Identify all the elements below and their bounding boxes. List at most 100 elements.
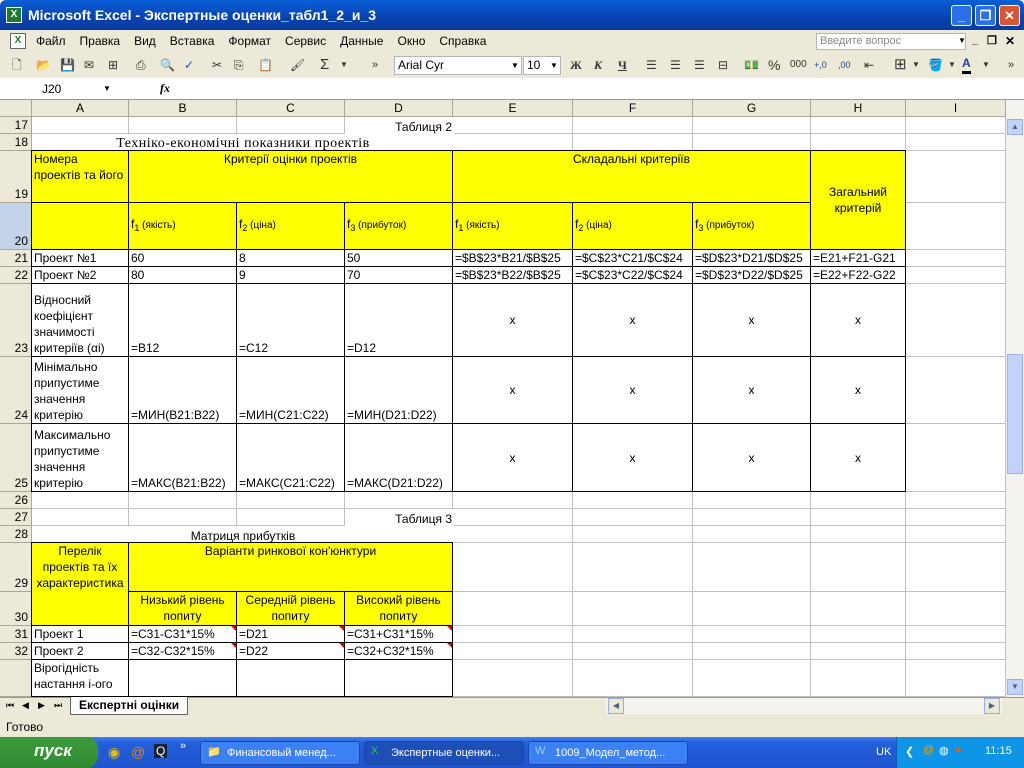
cell-e22[interactable]: =$B$23*B22/$B$25 xyxy=(452,266,573,284)
cell-f20[interactable]: f2 (ціна) xyxy=(572,202,693,250)
scroll-thumb[interactable] xyxy=(1007,354,1023,474)
percent-button[interactable]: % xyxy=(768,56,780,74)
insert-function-button[interactable]: fx xyxy=(160,81,170,96)
cell-d22[interactable]: 70 xyxy=(344,266,453,284)
ask-dropdown-icon[interactable]: ▼ xyxy=(958,36,966,45)
cell-b20[interactable]: f1 (якість) xyxy=(128,202,237,250)
cell-d31[interactable]: =C31+C31*15% xyxy=(344,625,453,643)
cell-a29-a30[interactable]: Перелік проектів та їх характеристика xyxy=(31,542,129,626)
start-button[interactable]: пуск xyxy=(0,737,98,768)
menu-window[interactable]: Окно xyxy=(397,34,425,48)
row-header-21[interactable]: 21 xyxy=(0,250,32,267)
cell-b19-d19[interactable]: Критерії оцінки проектів xyxy=(128,150,453,203)
menu-format[interactable]: Формат xyxy=(228,34,271,48)
cell-a32[interactable]: Проект 2 xyxy=(31,642,129,660)
cell-h25[interactable]: x xyxy=(810,423,906,492)
cell-f23[interactable]: x xyxy=(572,283,693,357)
cell-d21[interactable]: 50 xyxy=(344,249,453,267)
menu-edit[interactable]: Правка xyxy=(80,34,121,48)
cell-c25[interactable]: =МАКС(C21:C22) xyxy=(236,423,345,492)
font-color-icon[interactable]: A xyxy=(962,56,971,74)
font-name-select[interactable]: Arial Cyr ▼ xyxy=(394,56,522,75)
next-sheet-button[interactable]: ▶ xyxy=(38,700,45,711)
last-sheet-button[interactable]: ⏭ xyxy=(54,700,62,711)
row-header-32[interactable]: 32 xyxy=(0,643,32,660)
column-header-d[interactable]: D xyxy=(345,100,453,117)
cell-c22[interactable]: 9 xyxy=(236,266,345,284)
cell-b21[interactable]: 60 xyxy=(128,249,237,267)
task-excel[interactable]: X Экспертные оценки... xyxy=(364,741,524,765)
cell-b31[interactable]: =C31-C31*15% xyxy=(128,625,237,643)
cell-c31[interactable]: =D21 xyxy=(236,625,345,643)
tray-expand-icon[interactable]: ❮ xyxy=(905,745,914,758)
menu-file[interactable]: Файл xyxy=(36,34,66,48)
cell-g21[interactable]: =$D$23*D21/$D$25 xyxy=(692,249,811,267)
cell-b23[interactable]: =B12 xyxy=(128,283,237,357)
column-header-g[interactable]: G xyxy=(693,100,811,117)
align-left-icon[interactable]: ☰ xyxy=(646,56,657,74)
cell-a33[interactable]: Вірогідність настання і-ого xyxy=(31,659,129,697)
cell-a31[interactable]: Проект 1 xyxy=(31,625,129,643)
row-header-19[interactable]: 19 xyxy=(0,151,32,203)
cell-c20[interactable]: f2 (ціна) xyxy=(236,202,345,250)
save-icon[interactable]: 💾 xyxy=(60,56,75,74)
cell-c21[interactable]: 8 xyxy=(236,249,345,267)
row-header-29[interactable]: 29 xyxy=(0,543,32,592)
bold-button[interactable]: Ж xyxy=(570,56,582,74)
cell-a19[interactable]: Номера проектів та його xyxy=(31,150,129,203)
cell-e19-g19[interactable]: Складальні критеріїв xyxy=(452,150,811,203)
mail-tray-icon[interactable]: @ xyxy=(923,744,934,756)
cell-c30[interactable]: Середній рівень попиту xyxy=(236,591,345,626)
cell-h22[interactable]: =E22+F22-G22 xyxy=(810,266,906,284)
cell-a25[interactable]: Максимально припустиме значення критерію xyxy=(31,423,129,492)
row-header-30[interactable]: 30 xyxy=(0,592,32,626)
cell-a23[interactable]: Відносний коефіцієнт значимості критерії… xyxy=(31,283,129,357)
decrease-decimal-button[interactable]: ,00 xyxy=(838,56,851,74)
cell-h21[interactable]: =E21+F21-G21 xyxy=(810,249,906,267)
column-header-a[interactable]: A xyxy=(32,100,129,117)
cell-f25[interactable]: x xyxy=(572,423,693,492)
column-header-b[interactable]: B xyxy=(129,100,237,117)
cell-a21[interactable]: Проект №1 xyxy=(31,249,129,267)
cell-a24[interactable]: Мінімально припустиме значення критерію xyxy=(31,356,129,424)
cell-c24[interactable]: =МИН(C21:C22) xyxy=(236,356,345,424)
cell-d25[interactable]: =МАКС(D21:D22) xyxy=(344,423,453,492)
app-tray-icon[interactable]: ● xyxy=(955,744,962,756)
borders-icon[interactable]: ⊞ xyxy=(894,56,907,74)
cell-b25[interactable]: =МАКС(B21:B22) xyxy=(128,423,237,492)
row-header-33[interactable] xyxy=(0,660,32,697)
name-box-dropdown-icon[interactable]: ▼ xyxy=(103,84,111,93)
row-header-22[interactable]: 22 xyxy=(0,267,32,284)
spelling-icon[interactable]: ✓ xyxy=(184,56,194,74)
row-header-28[interactable]: 28 xyxy=(0,526,32,543)
cell-d20[interactable]: f3 (прибуток) xyxy=(344,202,453,250)
vertical-scrollbar[interactable]: ▲ ▼ xyxy=(1006,100,1024,697)
prev-sheet-button[interactable]: ◀ xyxy=(22,700,29,711)
menu-tools[interactable]: Сервис xyxy=(285,34,326,48)
scroll-right-button[interactable]: ▶ xyxy=(984,698,1000,714)
borders-dropdown-icon[interactable]: ▼ xyxy=(912,56,920,74)
cell-g24[interactable]: x xyxy=(692,356,811,424)
quicklaunch-overflow-icon[interactable]: » xyxy=(180,740,186,752)
row-header-27[interactable]: 27 xyxy=(0,509,32,526)
row-header-31[interactable]: 31 xyxy=(0,626,32,643)
row-header-24[interactable]: 24 xyxy=(0,357,32,424)
row-header-26[interactable]: 26 xyxy=(0,492,32,509)
cell-f24[interactable]: x xyxy=(572,356,693,424)
row-header-17[interactable]: 17 xyxy=(0,117,32,134)
cell-g20[interactable]: f3 (прибуток) xyxy=(692,202,811,250)
scroll-up-button[interactable]: ▲ xyxy=(1007,119,1023,135)
close-button[interactable]: ✕ xyxy=(999,5,1020,26)
cell-a20[interactable] xyxy=(31,202,129,250)
network-tray-icon[interactable]: ◍ xyxy=(939,744,949,757)
ask-question-input[interactable]: Введите вопрос xyxy=(816,33,966,50)
cell-e25[interactable]: x xyxy=(452,423,573,492)
menu-view[interactable]: Вид xyxy=(134,34,156,48)
menu-data[interactable]: Данные xyxy=(340,34,383,48)
cell-b33[interactable] xyxy=(128,659,237,697)
chrome-icon[interactable]: ◉ xyxy=(108,744,120,761)
cell-e21[interactable]: =$B$23*B21/$B$25 xyxy=(452,249,573,267)
cell-g22[interactable]: =$D$23*D22/$D$25 xyxy=(692,266,811,284)
workbook-icon[interactable]: X xyxy=(10,33,26,49)
fill-dropdown-icon[interactable]: ▼ xyxy=(948,56,956,74)
